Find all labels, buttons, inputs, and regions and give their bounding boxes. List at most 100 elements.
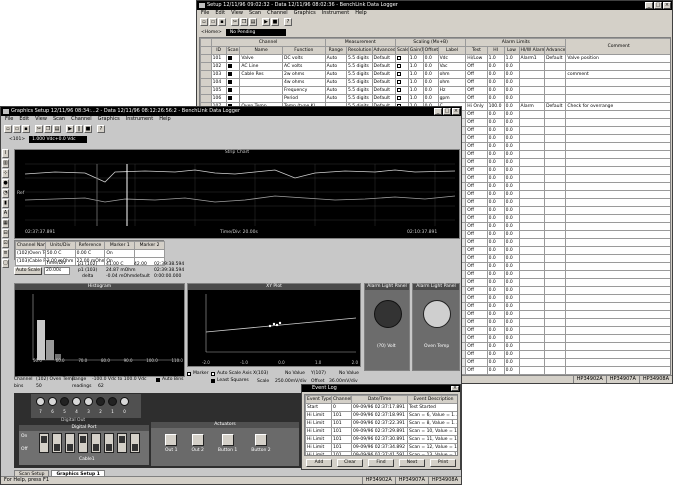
table-cell[interactable] xyxy=(518,198,546,207)
open-icon[interactable]: ▭ xyxy=(209,18,217,26)
table-cell[interactable] xyxy=(544,238,567,247)
scale-checkbox[interactable] xyxy=(394,94,409,103)
table-cell[interactable]: 09-09/96 02:37:18.991 xyxy=(351,411,408,420)
table-cell[interactable]: Hi/Low xyxy=(465,54,488,63)
table-cell[interactable]: 0.0 xyxy=(422,62,439,71)
table-cell[interactable]: On xyxy=(104,249,136,258)
table-cell[interactable]: 0.0 xyxy=(486,78,505,87)
alarm-value-cell[interactable]: 0.0 xyxy=(486,214,505,223)
scan-status-field[interactable]: No Pending xyxy=(225,28,286,36)
alarm-value-cell[interactable]: 0.0 xyxy=(503,238,520,247)
checkbox[interactable] xyxy=(396,71,401,76)
table-cell[interactable]: Off xyxy=(465,78,488,87)
menu-item[interactable]: Graphics xyxy=(98,116,120,123)
alarm-value-cell[interactable]: 0.0 xyxy=(503,366,520,375)
table-cell[interactable]: 101 xyxy=(331,451,352,455)
table-cell[interactable] xyxy=(565,206,670,215)
table-cell[interactable]: Default xyxy=(544,102,567,111)
menu-item[interactable]: Scan xyxy=(53,116,65,123)
table-cell[interactable] xyxy=(544,86,567,95)
table-cell[interactable] xyxy=(565,270,670,279)
table-cell[interactable] xyxy=(239,94,283,103)
table-cell[interactable] xyxy=(544,62,567,71)
alarm-value-cell[interactable]: 0.0 xyxy=(486,246,505,255)
table-cell[interactable] xyxy=(544,366,567,375)
table-cell[interactable]: Default xyxy=(371,54,396,63)
alarm-value-cell[interactable]: 0.0 xyxy=(503,222,520,231)
alarm-test-cell[interactable]: Off xyxy=(465,302,488,311)
alarm-value-cell[interactable]: 0.0 xyxy=(503,246,520,255)
table-row[interactable]: Hi Limit 101 09-09/96 02:37:41.591 Scan = 1… xyxy=(305,451,457,455)
table-row[interactable]: Start 0 09-09/96 02:37:17.891 Test Started xyxy=(305,403,457,412)
table-cell[interactable] xyxy=(565,94,670,103)
table-cell[interactable] xyxy=(518,230,546,239)
table-cell[interactable] xyxy=(565,230,670,239)
column-header[interactable]: Range xyxy=(324,46,347,55)
paste-icon[interactable]: ▤ xyxy=(53,125,61,133)
table-cell[interactable] xyxy=(544,278,567,287)
auto-scale-button[interactable]: Auto Scale xyxy=(14,267,42,275)
menu-item[interactable]: Edit xyxy=(19,116,29,123)
table-cell[interactable]: 0.0 xyxy=(486,70,505,79)
alarm-value-cell[interactable]: 0.0 xyxy=(503,206,520,215)
copy-icon[interactable]: ❐ xyxy=(44,125,52,133)
alarm-test-cell[interactable]: Off xyxy=(465,262,488,271)
xy-plot-tool-icon[interactable]: ⊹ xyxy=(2,169,9,178)
alarm-test-cell[interactable]: Off xyxy=(465,286,488,295)
table-cell[interactable]: 0.0 xyxy=(503,94,520,103)
table-cell[interactable] xyxy=(544,70,567,79)
column-header[interactable]: Low xyxy=(503,46,520,55)
table-cell[interactable] xyxy=(544,358,567,367)
table-cell[interactable]: Off xyxy=(465,62,488,71)
table-row[interactable]: Hi Limit 101 09-09/96 02:37:34.892 Scan = 1… xyxy=(305,443,457,452)
light-tool-icon[interactable]: ● xyxy=(2,179,9,188)
table-cell[interactable]: Alarm xyxy=(518,102,546,111)
alarm-test-cell[interactable]: Off xyxy=(465,310,488,319)
scan-checkbox[interactable] xyxy=(225,86,241,95)
alarm-value-cell[interactable]: 0.0 xyxy=(486,206,505,215)
table-cell[interactable] xyxy=(518,278,546,287)
column-header[interactable]: Scan xyxy=(225,46,241,55)
table-cell[interactable]: Default xyxy=(371,86,396,95)
close-icon[interactable]: × xyxy=(451,386,459,391)
table-cell[interactable]: 1.0 xyxy=(407,78,424,87)
table-cell[interactable] xyxy=(565,366,670,375)
column-header[interactable]: Date/Time xyxy=(351,395,408,404)
column-header[interactable]: Gain(M) xyxy=(407,46,424,55)
table-cell[interactable] xyxy=(565,182,670,191)
alarm-value-cell[interactable]: 0.0 xyxy=(486,310,505,319)
table-cell[interactable] xyxy=(518,262,546,271)
scan-checkbox[interactable] xyxy=(225,62,241,71)
scale-checkbox[interactable] xyxy=(394,70,409,79)
table-row[interactable]: 105 Frequency Auto 5.5 digits Default 1.0 0.0 H… xyxy=(200,86,670,95)
event-log-button[interactable]: Clear xyxy=(337,459,363,467)
table-cell[interactable] xyxy=(518,86,546,95)
table-cell[interactable] xyxy=(518,150,546,159)
table-cell[interactable] xyxy=(565,166,670,175)
menu-item[interactable]: View xyxy=(231,10,243,17)
table-cell[interactable] xyxy=(239,86,283,95)
table-cell[interactable] xyxy=(544,294,567,303)
alarm-value-cell[interactable]: 0.0 xyxy=(486,238,505,247)
table-cell[interactable]: Auto xyxy=(324,78,347,87)
table-cell[interactable] xyxy=(518,270,546,279)
table-cell[interactable] xyxy=(544,318,567,327)
alarm-test-cell[interactable]: Off xyxy=(465,182,488,191)
table-cell[interactable]: 102 xyxy=(210,62,227,71)
table-cell[interactable] xyxy=(565,158,670,167)
help-icon[interactable]: ? xyxy=(284,18,292,26)
table-cell[interactable] xyxy=(544,334,567,343)
table-cell[interactable]: 1.0 xyxy=(407,70,424,79)
xy-plot-area[interactable] xyxy=(188,290,362,360)
table-cell[interactable]: Hi Limit xyxy=(305,435,332,444)
scan-checkbox[interactable] xyxy=(225,78,241,87)
table-cell[interactable] xyxy=(565,198,670,207)
table-cell[interactable] xyxy=(565,246,670,255)
table-cell[interactable] xyxy=(518,302,546,311)
table-cell[interactable] xyxy=(565,342,670,351)
table-cell[interactable] xyxy=(565,118,670,127)
table-cell[interactable] xyxy=(544,166,567,175)
table-cell[interactable]: 101 xyxy=(331,419,352,428)
text-tool-icon[interactable]: A xyxy=(2,209,9,218)
alarm-test-cell[interactable]: Off xyxy=(465,198,488,207)
